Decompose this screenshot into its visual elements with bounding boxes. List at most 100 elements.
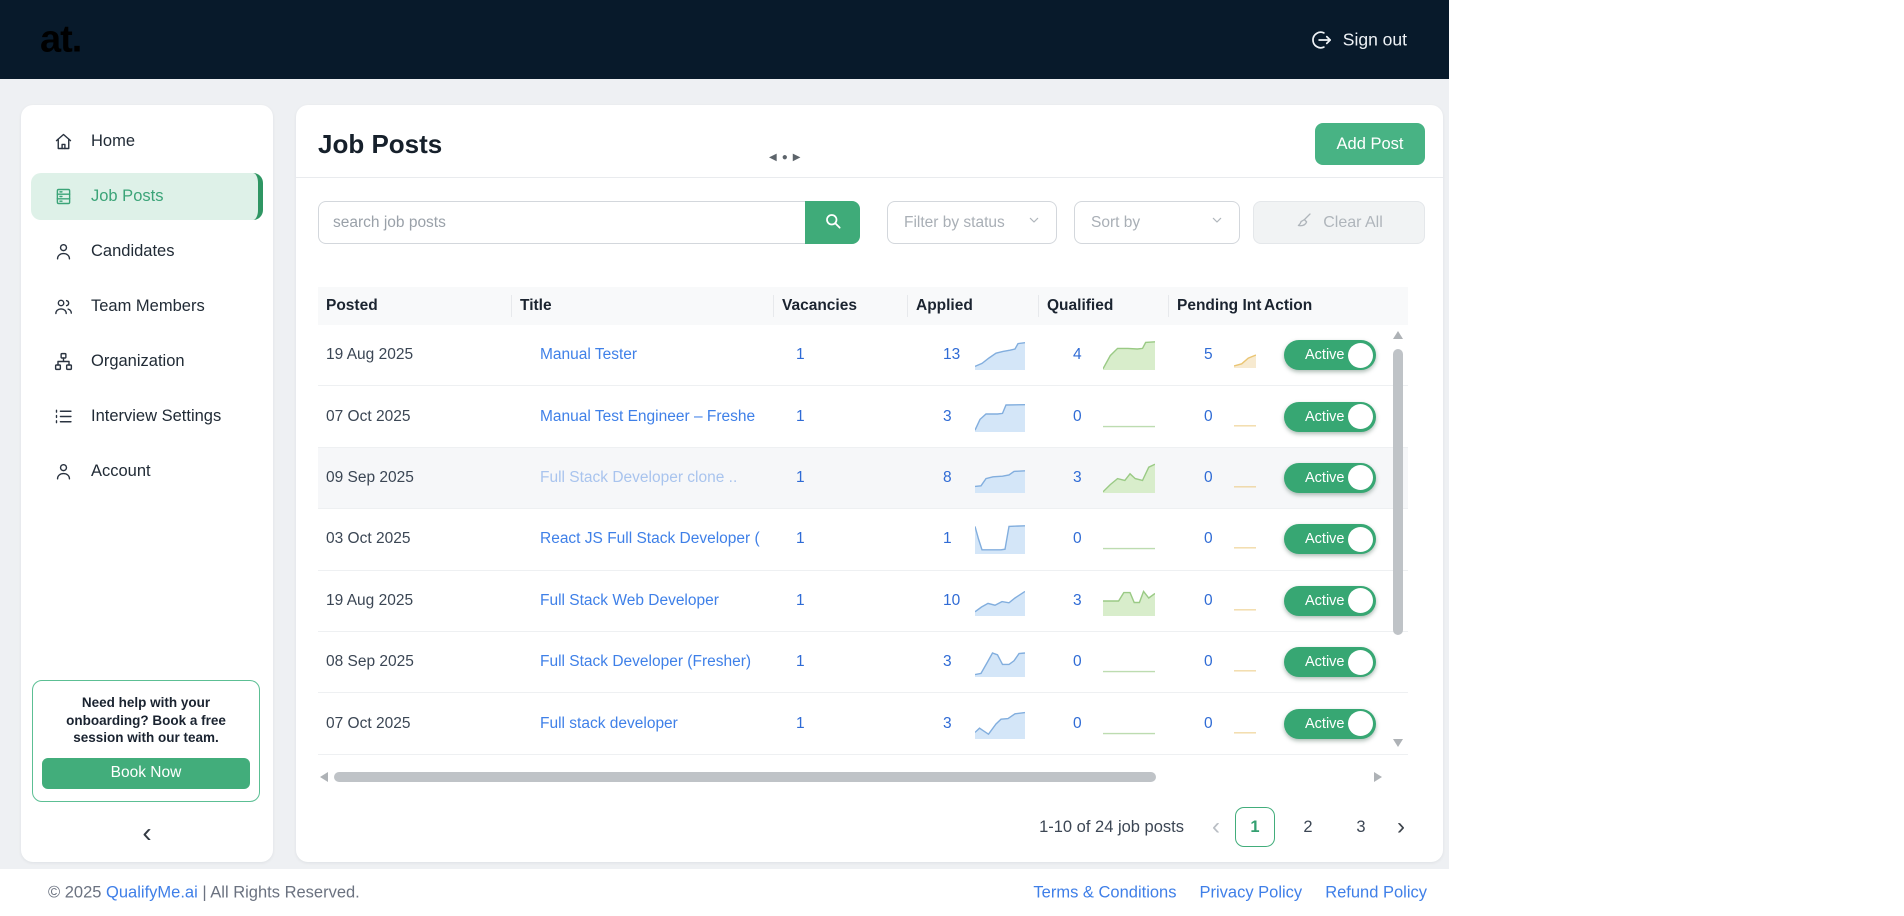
status-toggle[interactable]: Active — [1284, 524, 1376, 555]
sparkline-chart — [975, 709, 1025, 739]
qualified-count[interactable]: 0 — [1073, 715, 1095, 733]
vacancies-value[interactable]: 1 — [796, 408, 805, 425]
filter-by-status-select[interactable]: Filter by status — [887, 201, 1057, 244]
scroll-right-icon[interactable] — [1374, 772, 1382, 782]
vacancies-value[interactable]: 1 — [796, 592, 805, 609]
horizontal-scrollbar[interactable] — [318, 771, 1386, 783]
table-row: 07 Oct 2025 Full stack developer 1 3 0 0 Activ… — [318, 693, 1408, 755]
person-icon — [52, 461, 74, 483]
copyright-prefix: © 2025 — [48, 883, 107, 901]
pagination: 1-10 of 24 job posts ‹ 123 › — [1039, 805, 1407, 849]
qualified-count[interactable]: 0 — [1073, 530, 1095, 548]
pending-interviews-count[interactable]: 0 — [1204, 653, 1224, 671]
vertical-scrollbar[interactable] — [1392, 327, 1404, 759]
pending-interviews-count[interactable]: 5 — [1204, 346, 1224, 364]
add-post-button[interactable]: Add Post — [1315, 123, 1425, 165]
status-toggle[interactable]: Active — [1284, 647, 1376, 678]
job-title-link[interactable]: Full stack developer — [540, 715, 678, 732]
pending-interviews-count[interactable]: 0 — [1204, 408, 1224, 426]
job-title-link[interactable]: Manual Tester — [540, 346, 637, 363]
vertical-scrollbar-thumb[interactable] — [1393, 349, 1403, 635]
vacancies-value[interactable]: 1 — [796, 715, 805, 732]
job-title-link[interactable]: Full Stack Developer clone .. — [540, 469, 737, 486]
qualified-count[interactable]: 4 — [1073, 346, 1095, 364]
column-header-pending-int: Pending Int — [1177, 297, 1262, 314]
job-title-link[interactable]: Full Stack Developer (Fresher) — [540, 653, 751, 670]
vacancies-value[interactable]: 1 — [796, 530, 805, 547]
status-label: Active — [1305, 469, 1345, 486]
vacancies-value[interactable]: 1 — [796, 346, 805, 363]
horizontal-scrollbar-thumb[interactable] — [334, 772, 1156, 782]
applied-count[interactable]: 8 — [943, 469, 967, 487]
sidebar-collapse-button[interactable]: ‹ — [21, 818, 273, 848]
vacancies-value[interactable]: 1 — [796, 469, 805, 486]
column-header-vacancies: Vacancies — [774, 295, 908, 317]
job-posts-panel: Job Posts Add Post ◀ ● ▶ Filter by status — [296, 105, 1443, 862]
sidebar-item-interview-settings[interactable]: Interview Settings — [31, 393, 263, 440]
status-label: Active — [1305, 592, 1345, 609]
status-toggle[interactable]: Active — [1284, 462, 1376, 493]
applied-count[interactable]: 3 — [943, 715, 967, 733]
scroll-down-icon[interactable] — [1393, 739, 1403, 747]
posted-date: 19 Aug 2025 — [326, 346, 414, 364]
next-page-button[interactable]: › — [1395, 815, 1407, 839]
previous-page-button[interactable]: ‹ — [1210, 815, 1222, 839]
sparkline-chart — [1234, 649, 1256, 675]
job-title-link[interactable]: Manual Test Engineer – Freshe — [540, 408, 755, 425]
toggle-knob — [1348, 465, 1373, 491]
applied-count[interactable]: 3 — [943, 408, 967, 426]
status-toggle[interactable]: Active — [1284, 585, 1376, 616]
sidebar-item-home[interactable]: Home — [31, 118, 263, 165]
status-toggle[interactable]: Active — [1284, 340, 1376, 371]
sort-by-select[interactable]: Sort by — [1074, 201, 1240, 244]
sidebar-item-job-posts[interactable]: Job Posts — [31, 173, 263, 220]
vacancies-value[interactable]: 1 — [796, 653, 805, 670]
person-icon — [52, 241, 74, 263]
top-bar: at. Sign out — [0, 0, 1449, 79]
qualified-count[interactable]: 3 — [1073, 592, 1095, 610]
sidebar-item-team-members[interactable]: Team Members — [31, 283, 263, 330]
qualified-count[interactable]: 0 — [1073, 653, 1095, 671]
book-now-button[interactable]: Book Now — [42, 757, 250, 789]
status-toggle[interactable]: Active — [1284, 401, 1376, 432]
applied-count[interactable]: 3 — [943, 653, 967, 671]
search-button[interactable] — [805, 201, 860, 244]
qualified-count[interactable]: 3 — [1073, 469, 1095, 487]
job-title-link[interactable]: React JS Full Stack Developer ( — [540, 530, 760, 547]
pagination-summary: 1-10 of 24 job posts — [1039, 817, 1184, 836]
scroll-left-icon[interactable] — [320, 772, 328, 782]
search-input[interactable] — [318, 201, 805, 244]
applied-count[interactable]: 10 — [943, 592, 967, 610]
job-title-link[interactable]: Full Stack Web Developer — [540, 592, 719, 609]
applied-count[interactable]: 13 — [943, 346, 967, 364]
sparkline-chart — [1103, 647, 1155, 677]
footer-link-refund-policy[interactable]: Refund Policy — [1325, 883, 1427, 902]
qualified-count[interactable]: 0 — [1073, 408, 1095, 426]
sidebar-item-organization[interactable]: Organization — [31, 338, 263, 385]
scroll-up-icon[interactable] — [1393, 331, 1403, 339]
pending-interviews-count[interactable]: 0 — [1204, 592, 1224, 610]
table-body: 19 Aug 2025 Manual Tester 1 13 4 5 Active 07 Oc… — [318, 325, 1408, 755]
clear-all-button[interactable]: Clear All — [1253, 201, 1425, 244]
pending-interviews-count[interactable]: 0 — [1204, 469, 1224, 487]
footer-link-privacy-policy[interactable]: Privacy Policy — [1199, 883, 1302, 902]
sign-out-button[interactable]: Sign out — [1310, 28, 1407, 51]
status-toggle[interactable]: Active — [1284, 708, 1376, 739]
page-button-3[interactable]: 3 — [1341, 807, 1381, 847]
sidebar-item-account[interactable]: Account — [31, 448, 263, 495]
sidebar-item-label: Account — [91, 462, 151, 480]
page-button-1[interactable]: 1 — [1235, 807, 1275, 847]
applied-count[interactable]: 1 — [943, 530, 967, 548]
column-header-applied: Applied — [908, 295, 1039, 317]
sidebar-item-label: Job Posts — [91, 187, 164, 205]
brand-link[interactable]: QualifyMe.ai — [106, 883, 198, 901]
onboarding-help-card: Need help with your onboarding? Book a f… — [32, 680, 260, 802]
pending-interviews-count[interactable]: 0 — [1204, 715, 1224, 733]
footer-link-terms-conditions[interactable]: Terms & Conditions — [1033, 883, 1176, 902]
sidebar-item-candidates[interactable]: Candidates — [31, 228, 263, 275]
people-icon — [52, 296, 74, 318]
page-button-2[interactable]: 2 — [1288, 807, 1328, 847]
status-label: Active — [1305, 408, 1345, 425]
sidebar-item-label: Candidates — [91, 242, 175, 260]
pending-interviews-count[interactable]: 0 — [1204, 530, 1224, 548]
